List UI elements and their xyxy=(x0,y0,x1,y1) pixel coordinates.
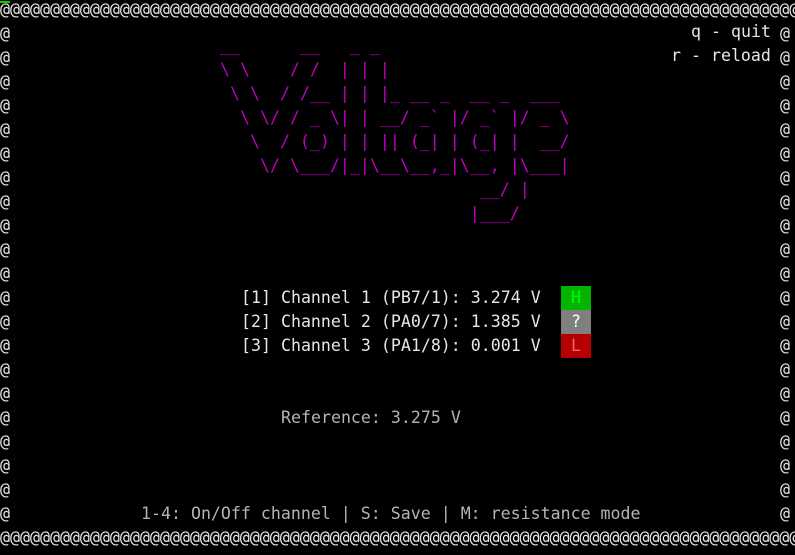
border-right-char: @ xyxy=(780,360,790,379)
border-right-char: @ xyxy=(780,216,790,235)
border-left-char: @ xyxy=(0,336,10,355)
border-left-char: @ xyxy=(0,240,10,259)
border-right-char: @ xyxy=(780,264,790,283)
channel-3-status-badge: L xyxy=(561,334,591,358)
quit-hint[interactable]: q - quit xyxy=(691,22,771,41)
border-left-char: @ xyxy=(0,264,10,283)
border-right-char: @ xyxy=(780,336,790,355)
border-left-char: @ xyxy=(0,168,10,187)
border-left-char: @ xyxy=(0,480,10,499)
channel-row-3[interactable]: [3] Channel 3 (PA1/8): 0.001 V xyxy=(241,334,541,358)
border-right-char: @ xyxy=(780,432,790,451)
keyboard-shortcuts-footer: 1-4: On/Off channel | S: Save | M: resis… xyxy=(141,504,641,523)
top-border: @@@@@@@@@@@@@@@@@@@@@@@@@@@@@@@@@@@@@@@@… xyxy=(0,0,795,19)
border-left-char: @ xyxy=(0,24,10,43)
border-right-char: @ xyxy=(780,504,790,523)
bottom-border: @@@@@@@@@@@@@@@@@@@@@@@@@@@@@@@@@@@@@@@@… xyxy=(0,528,795,547)
reference-voltage: Reference: 3.275 V xyxy=(281,408,461,427)
border-right-char: @ xyxy=(780,408,790,427)
border-left-char: @ xyxy=(0,312,10,331)
border-left-char: @ xyxy=(0,144,10,163)
border-right-char: @ xyxy=(780,480,790,499)
border-left-char: @ xyxy=(0,408,10,427)
border-left-char: @ xyxy=(0,120,10,139)
border-right-char: @ xyxy=(780,192,790,211)
border-right-char: @ xyxy=(780,288,790,307)
border-left-char: @ xyxy=(0,360,10,379)
channel-2-status-badge: ? xyxy=(561,310,591,334)
border-left-char: @ xyxy=(0,216,10,235)
border-right-char: @ xyxy=(780,24,790,43)
border-right-char: @ xyxy=(780,72,790,91)
border-left-char: @ xyxy=(0,384,10,403)
channel-row-2[interactable]: [2] Channel 2 (PA0/7): 1.385 V xyxy=(241,310,541,334)
border-left-char: @ xyxy=(0,96,10,115)
border-left-char: @ xyxy=(0,432,10,451)
border-left-char: @ xyxy=(0,504,10,523)
border-right-char: @ xyxy=(780,144,790,163)
border-left-char: @ xyxy=(0,288,10,307)
reload-hint[interactable]: r - reload xyxy=(671,46,771,65)
border-right-char: @ xyxy=(780,168,790,187)
border-right-char: @ xyxy=(780,312,790,331)
border-left-char: @ xyxy=(0,48,10,67)
border-right-char: @ xyxy=(780,48,790,67)
channel-1-status-badge: H xyxy=(561,286,591,310)
border-left-char: @ xyxy=(0,72,10,91)
app-title-banner: __ __ _ _ \ \ / / | | | \ \ / /__ | | |_… xyxy=(220,36,570,223)
border-right-char: @ xyxy=(780,456,790,475)
border-left-char: @ xyxy=(0,192,10,211)
border-right-char: @ xyxy=(780,240,790,259)
border-right-char: @ xyxy=(780,96,790,115)
border-right-char: @ xyxy=(780,384,790,403)
border-left-char: @ xyxy=(0,456,10,475)
channel-row-1[interactable]: [1] Channel 1 (PB7/1): 3.274 V xyxy=(241,286,541,310)
border-right-char: @ xyxy=(780,120,790,139)
